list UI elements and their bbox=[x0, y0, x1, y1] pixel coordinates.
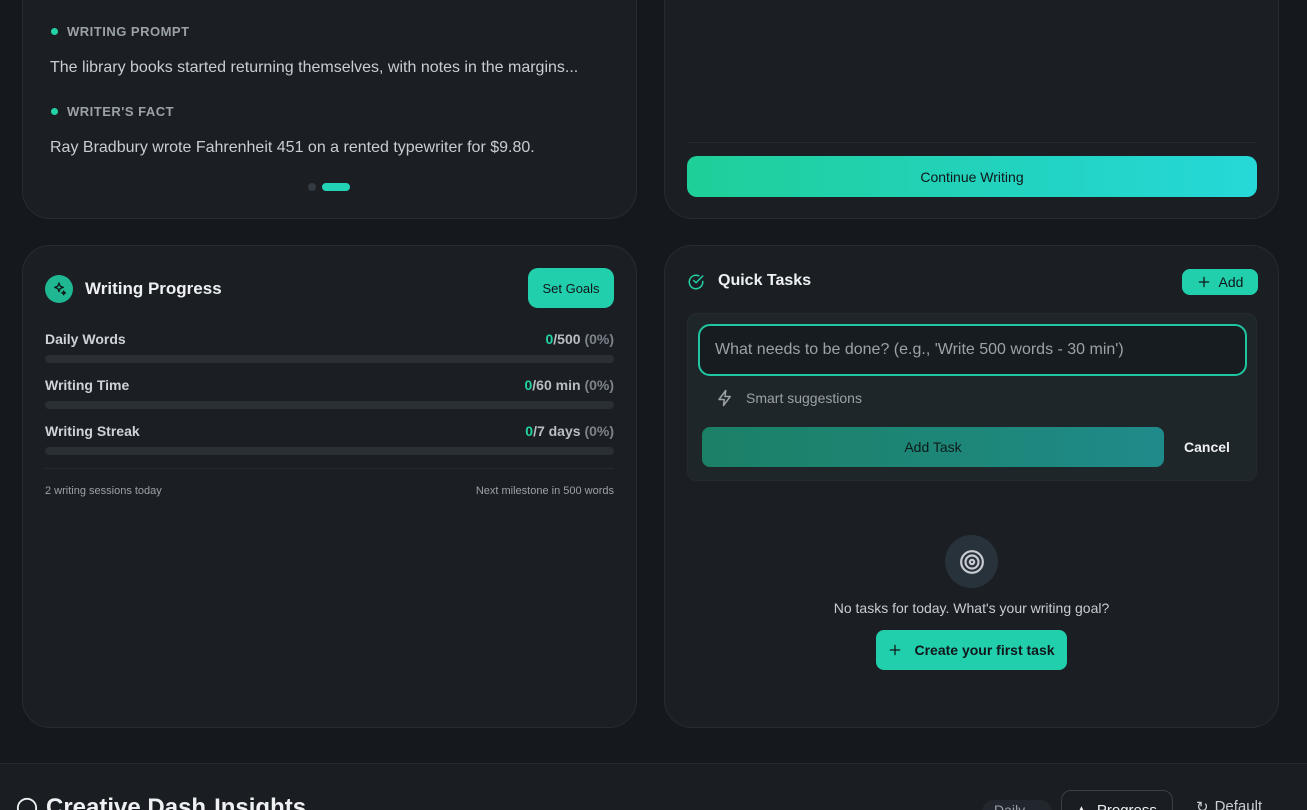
progress-tab[interactable]: ▲ Progress bbox=[1061, 790, 1173, 810]
add-task-button[interactable]: Add Task bbox=[702, 427, 1164, 467]
next-milestone-text: Next milestone in 500 words bbox=[475, 485, 614, 497]
task-input[interactable] bbox=[698, 324, 1247, 376]
refresh-icon: ↻ bbox=[1196, 799, 1209, 810]
metric-value: 0/7 days (0%) bbox=[525, 423, 614, 439]
metric-value: 0/60 min (0%) bbox=[524, 377, 615, 393]
sessions-today-text: 2 writing sessions today bbox=[45, 485, 162, 497]
bullet-dot-icon bbox=[51, 108, 58, 115]
check-circle-icon bbox=[687, 273, 705, 296]
progress-bar bbox=[45, 355, 614, 363]
metric-writing-streak: Writing Streak 0/7 days (0%) bbox=[45, 423, 614, 455]
bullet-dot-icon bbox=[51, 28, 58, 35]
smart-suggestions-button[interactable]: Smart suggestions bbox=[716, 389, 862, 407]
carousel-dot-active[interactable] bbox=[322, 183, 350, 191]
quick-tasks-card: Quick Tasks Add Smart suggestions Add Ta… bbox=[664, 245, 1279, 728]
new-task-form: Smart suggestions Add Task Cancel bbox=[687, 313, 1257, 481]
quick-tasks-title: Quick Tasks bbox=[718, 272, 812, 289]
writers-fact-text: Ray Bradbury wrote Fahrenheit 451 on a r… bbox=[50, 139, 535, 156]
section-title: Creative Dash Insights bbox=[16, 794, 306, 810]
empty-tasks-text: No tasks for today. What's your writing … bbox=[833, 600, 1110, 616]
carousel-dot[interactable] bbox=[308, 183, 316, 191]
insights-section-header: Creative Dash Insights Daily ▲ Progress … bbox=[0, 764, 1307, 810]
default-tab[interactable]: ↻ Default bbox=[1196, 798, 1262, 810]
set-goals-button[interactable]: Set Goals bbox=[528, 268, 614, 308]
metric-writing-time: Writing Time 0/60 min (0%) bbox=[45, 377, 615, 409]
plus-icon bbox=[1198, 276, 1209, 288]
writing-progress-title: Writing Progress bbox=[85, 279, 222, 298]
divider bbox=[45, 468, 614, 469]
continue-writing-card: Continue Writing bbox=[664, 0, 1279, 219]
target-icon bbox=[945, 535, 998, 588]
progress-bar bbox=[45, 447, 614, 455]
target-icon bbox=[16, 797, 38, 810]
plus-icon bbox=[890, 644, 901, 656]
writers-fact-label: WRITER'S FACT bbox=[51, 104, 174, 119]
sparkle-icon bbox=[45, 275, 73, 303]
lightning-icon bbox=[718, 389, 731, 407]
chart-icon: ▲ bbox=[1074, 802, 1089, 810]
add-task-header-button[interactable]: Add bbox=[1182, 269, 1258, 295]
continue-writing-button[interactable]: Continue Writing bbox=[687, 156, 1257, 197]
metric-value: 0/500 (0%) bbox=[545, 331, 615, 347]
create-first-task-button[interactable]: Create your first task bbox=[876, 630, 1067, 670]
metric-label: Daily Words bbox=[45, 331, 126, 347]
carousel-dots bbox=[308, 183, 350, 191]
cancel-button[interactable]: Cancel bbox=[1174, 427, 1240, 467]
daily-tab[interactable]: Daily bbox=[982, 800, 1052, 810]
metric-daily-words: Daily Words 0/500 (0%) bbox=[45, 331, 615, 363]
inspiration-card: WRITING PROMPT The library books started… bbox=[22, 0, 637, 219]
progress-bar bbox=[45, 401, 614, 409]
writing-prompt-text: The library books started returning them… bbox=[50, 59, 579, 76]
divider bbox=[687, 142, 1256, 143]
writing-progress-card: Writing Progress Set Goals Daily Words 0… bbox=[22, 245, 637, 728]
writing-prompt-label: WRITING PROMPT bbox=[51, 24, 190, 39]
